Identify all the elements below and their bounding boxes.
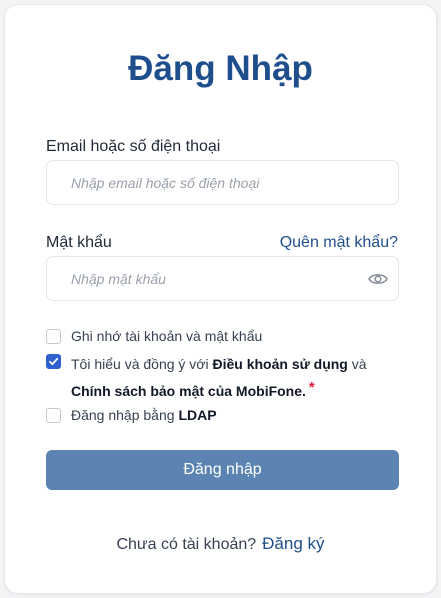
terms-text-and: và <box>351 356 367 372</box>
terms-text-intro: Tôi hiểu và đồng ý với <box>71 356 209 372</box>
login-button[interactable]: Đăng nhập <box>46 450 399 490</box>
privacy-policy-link[interactable]: Chính sách bảo mật của MobiFone. <box>71 383 306 399</box>
forgot-password-link[interactable]: Quên mật khẩu? <box>280 233 398 253</box>
password-field[interactable] <box>71 257 351 300</box>
signup-link[interactable]: Đăng ký <box>262 534 324 553</box>
eye-icon[interactable] <box>368 270 388 288</box>
terms-of-use-link[interactable]: Điều khoản sử dụng <box>212 356 347 372</box>
ldap-label-bold: LDAP <box>178 407 217 423</box>
page-title: Đăng Nhập <box>128 49 313 88</box>
ldap-label: Đăng nhập bằng LDAP <box>71 406 217 424</box>
ldap-checkbox[interactable] <box>46 408 61 423</box>
check-icon <box>49 357 59 366</box>
email-field[interactable] <box>71 161 351 204</box>
email-label: Email hoặc số điện thoại <box>46 138 221 155</box>
signup-prompt: Chưa có tài khoản? <box>116 536 257 553</box>
required-mark: * <box>308 379 315 396</box>
password-field-box <box>46 256 399 301</box>
email-field-box <box>46 160 399 205</box>
remember-label: Ghi nhớ tài khoản và mật khẩu <box>71 328 263 344</box>
password-label: Mật khẩu <box>46 234 112 251</box>
remember-checkbox[interactable] <box>46 329 61 344</box>
terms-text: Tôi hiểu và đồng ý với Điều khoản sử dụn… <box>71 351 401 405</box>
login-card: Đăng Nhập Email hoặc số điện thoại Mật k… <box>4 4 437 594</box>
terms-checkbox[interactable] <box>46 354 61 369</box>
signup-prompt-row: Chưa có tài khoản? Đăng ký <box>5 533 436 556</box>
ldap-label-text: Đăng nhập bằng <box>71 407 175 423</box>
